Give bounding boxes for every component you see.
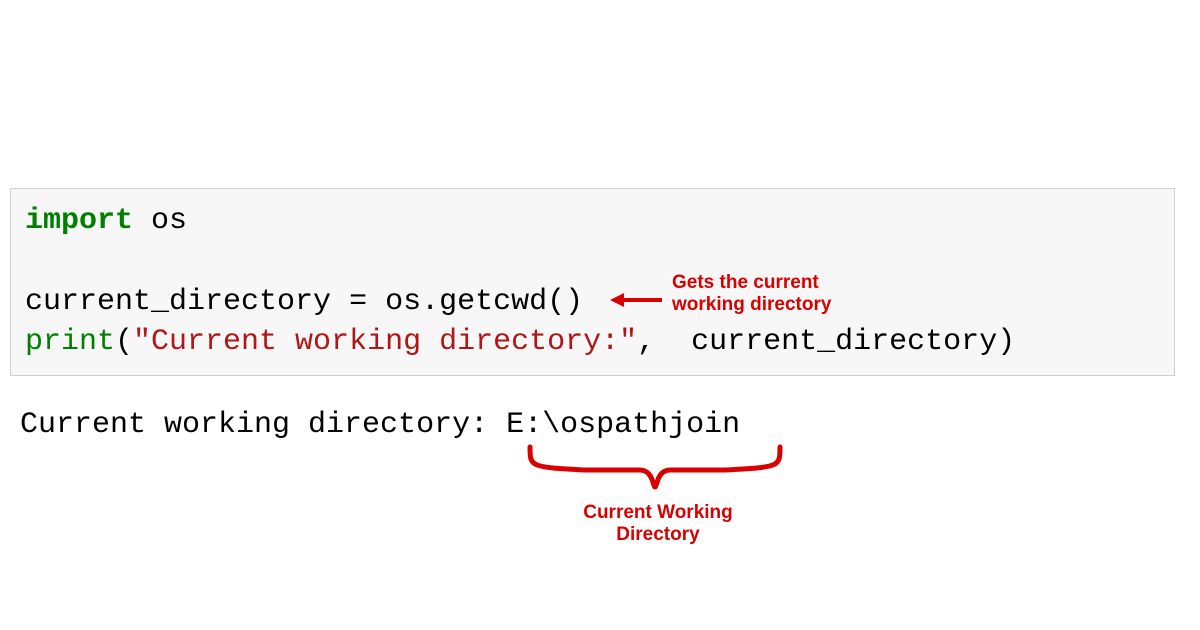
output-line: Current working directory: E:\ospathjoin bbox=[20, 408, 740, 442]
annotation-cwd-label: Current Working Directory bbox=[528, 502, 788, 546]
arg-current-directory: current_directory bbox=[691, 325, 997, 359]
fn-print: print bbox=[25, 325, 115, 359]
parens: () bbox=[547, 285, 583, 319]
code-line-1: import os bbox=[25, 201, 1160, 242]
open-paren: ( bbox=[115, 325, 133, 359]
code-block: import os current_directory = os.getcwd(… bbox=[10, 188, 1175, 376]
string-literal: "Current working directory:" bbox=[133, 325, 637, 359]
equals: = bbox=[349, 285, 385, 319]
keyword-import: import bbox=[25, 204, 133, 238]
comma: , bbox=[637, 325, 691, 359]
curly-brace-icon bbox=[525, 442, 785, 492]
annotation-cwd-label-text: Current Working Directory bbox=[583, 502, 733, 545]
close-paren: ) bbox=[997, 325, 1015, 359]
fn-getcwd: getcwd bbox=[439, 285, 547, 319]
dot: . bbox=[421, 285, 439, 319]
code-line-3: print("Current working directory:", curr… bbox=[25, 322, 1160, 363]
annotation-gets-cwd-text: Gets the current working directory bbox=[672, 272, 831, 315]
blank-line bbox=[25, 242, 1160, 282]
annotation-gets-cwd: Gets the current working directory bbox=[672, 272, 831, 316]
os-obj: os bbox=[385, 285, 421, 319]
var-current-directory: current_directory bbox=[25, 285, 349, 319]
module-os: os bbox=[133, 204, 187, 238]
code-line-2: current_directory = os.getcwd() bbox=[25, 282, 1160, 323]
arrow-left-icon bbox=[610, 290, 662, 310]
